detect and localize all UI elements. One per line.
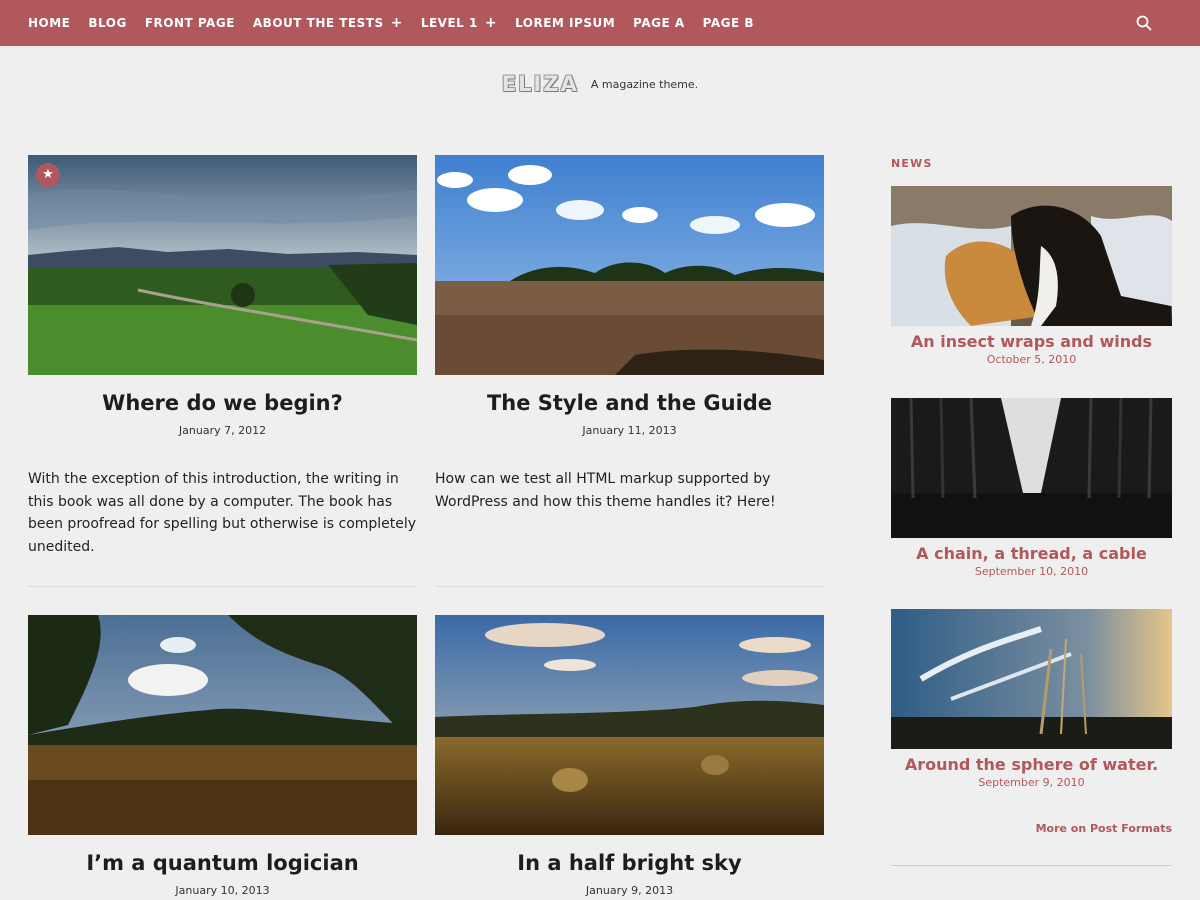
nav-label: HOME	[28, 16, 71, 30]
post-excerpt: With the exception of this introduction,…	[28, 471, 417, 555]
featured-star-icon: ★	[36, 163, 60, 187]
post-card: The Style and the Guide January 11, 2013…	[435, 155, 824, 510]
primary-menu: HOME BLOG FRONT PAGE ABOUT THE TESTS + LE…	[28, 0, 772, 46]
post-excerpt: How can we test all HTML markup supporte…	[435, 471, 776, 510]
post-thumbnail[interactable]	[435, 615, 824, 835]
nav-label: LOREM IPSUM	[515, 16, 616, 30]
nav-item-lorem-ipsum[interactable]: LOREM IPSUM	[515, 16, 615, 30]
site-tagline: A magazine theme.	[590, 77, 699, 91]
sidebar-post: A chain, a thread, a cable September 10,…	[891, 398, 1172, 578]
sidebar-divider	[891, 865, 1172, 866]
sidebar-post-title[interactable]: A chain, a thread, a cable	[891, 544, 1172, 563]
sidebar-post-thumbnail[interactable]	[891, 398, 1172, 538]
post-thumbnail[interactable]	[435, 155, 824, 375]
post-date[interactable]: January 11, 2013	[435, 424, 824, 437]
sidebar-post-date[interactable]: September 9, 2010	[891, 776, 1172, 789]
post-date[interactable]: January 9, 2013	[435, 884, 824, 897]
nav-item-blog[interactable]: BLOG	[88, 16, 126, 30]
post-divider	[28, 586, 417, 587]
nav-label: FRONT PAGE	[144, 16, 235, 30]
search-icon[interactable]	[1136, 15, 1152, 31]
nav-item-about-the-tests[interactable]: ABOUT THE TESTS +	[253, 15, 403, 31]
nav-label: PAGE A	[633, 16, 685, 30]
post-title[interactable]: I’m a quantum logician	[28, 851, 417, 875]
post-card: In a half bright sky January 9, 2013	[435, 615, 824, 897]
nav-label: BLOG	[88, 16, 127, 30]
nav-item-page-b[interactable]: PAGE B	[703, 16, 754, 30]
site-branding: ELIZA A magazine theme.	[0, 72, 1200, 96]
sidebar-post-date[interactable]: October 5, 2010	[891, 353, 1172, 366]
nav-label: LEVEL 1	[420, 16, 478, 30]
post-card: ★ Where do we begin? January 7, 2012 Wit…	[28, 155, 417, 555]
sidebar-post: Around the sphere of water. September 9,…	[891, 609, 1172, 789]
nav-label: PAGE B	[702, 16, 755, 30]
post-card: I’m a quantum logician January 10, 2013	[28, 615, 417, 897]
widget-title: NEWS	[891, 157, 933, 170]
top-navigation-bar: HOME BLOG FRONT PAGE ABOUT THE TESTS + LE…	[0, 0, 1200, 46]
post-title[interactable]: Where do we begin?	[28, 391, 417, 415]
site-logo[interactable]: ELIZA	[502, 72, 579, 96]
sidebar-post-date[interactable]: September 10, 2010	[891, 565, 1172, 578]
sidebar-post-thumbnail[interactable]	[891, 186, 1172, 326]
sidebar-post-title[interactable]: Around the sphere of water.	[891, 755, 1172, 774]
submenu-plus-icon[interactable]: +	[485, 15, 497, 31]
sidebar-post-thumbnail[interactable]	[891, 609, 1172, 749]
more-post-formats-link[interactable]: More on Post Formats	[1036, 822, 1172, 835]
post-title[interactable]: In a half bright sky	[435, 851, 824, 875]
submenu-plus-icon[interactable]: +	[391, 15, 403, 31]
sidebar-post: An insect wraps and winds October 5, 201…	[891, 186, 1172, 366]
nav-item-page-a[interactable]: PAGE A	[633, 16, 685, 30]
post-title[interactable]: The Style and the Guide	[435, 391, 824, 415]
nav-item-front-page[interactable]: FRONT PAGE	[145, 16, 235, 30]
nav-item-home[interactable]: HOME	[28, 16, 70, 30]
post-date[interactable]: January 10, 2013	[28, 884, 417, 897]
post-thumbnail[interactable]	[28, 615, 417, 835]
sidebar-post-title[interactable]: An insect wraps and winds	[891, 332, 1172, 351]
nav-label: ABOUT THE TESTS	[252, 16, 384, 30]
nav-item-level-1[interactable]: LEVEL 1 +	[421, 15, 497, 31]
post-thumbnail[interactable]	[28, 155, 417, 375]
post-date[interactable]: January 7, 2012	[28, 424, 417, 437]
post-divider	[435, 586, 824, 587]
